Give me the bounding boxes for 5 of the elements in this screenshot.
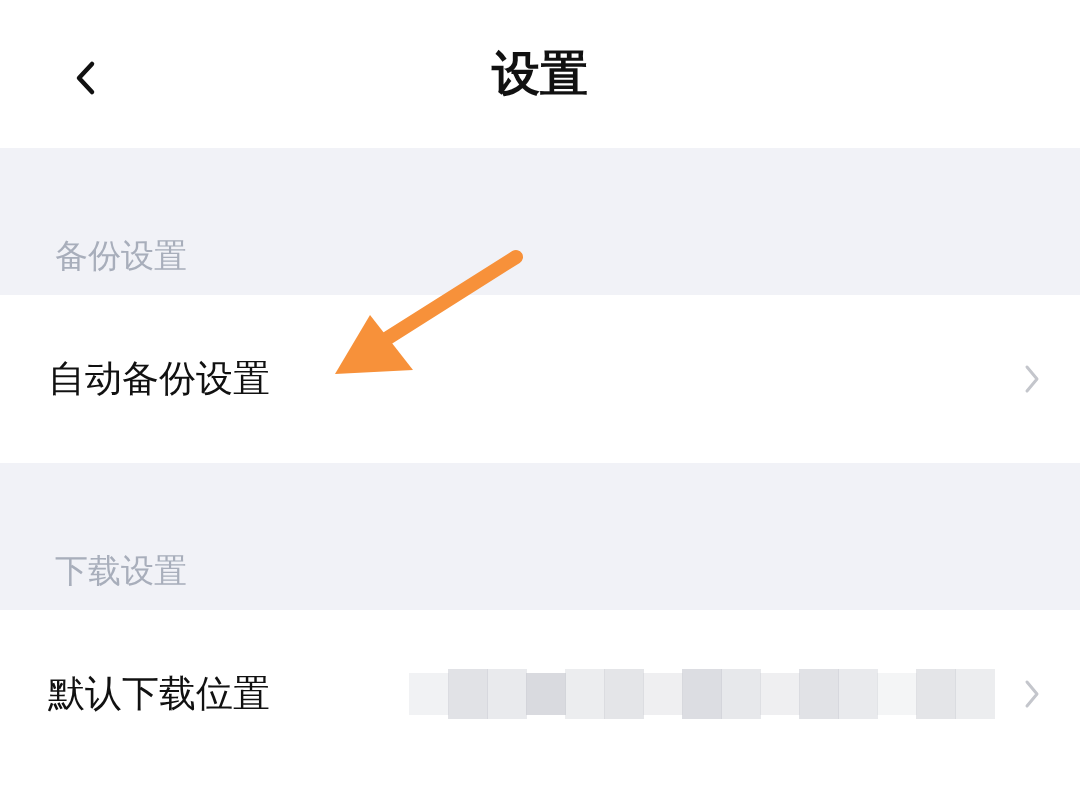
chevron-right-icon — [1024, 679, 1040, 709]
chevron-right-icon — [1024, 364, 1040, 394]
section-label: 下载设置 — [55, 550, 187, 592]
page-title: 设置 — [492, 44, 588, 103]
section-label: 备份设置 — [55, 235, 187, 277]
